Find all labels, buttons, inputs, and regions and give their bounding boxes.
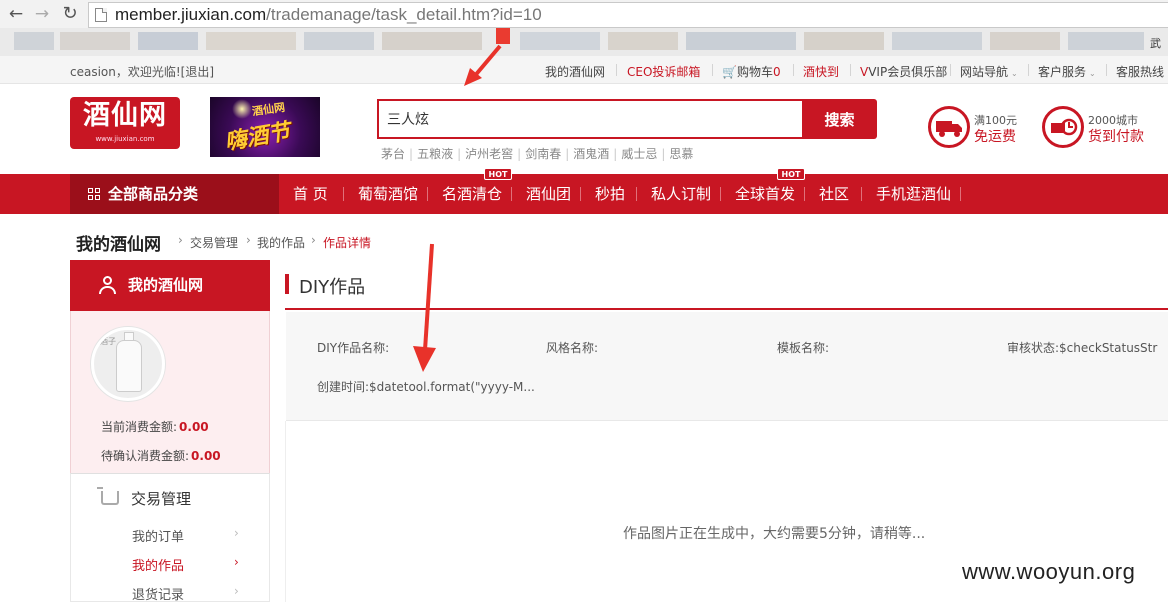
hot-word[interactable]: 威士忌: [621, 147, 657, 161]
promo-banner[interactable]: 酒仙网 嗨酒节: [210, 97, 320, 157]
nav-flash-sale[interactable]: 秒拍: [595, 174, 625, 214]
sidebar-group-title: 交易管理: [131, 490, 192, 508]
title-divider: [285, 308, 1168, 310]
sidebar-item-returns[interactable]: 退货记录: [132, 584, 184, 603]
search-input[interactable]: [379, 101, 802, 137]
search-button[interactable]: 搜索: [802, 99, 877, 139]
nav-mobile[interactable]: 手机逛酒仙: [876, 174, 951, 214]
main-nav: 全部商品分类 首 页 葡萄酒馆 名酒清仓 HOT 酒仙团 秒拍 私人订制 全球首…: [0, 168, 1168, 214]
my-account-link[interactable]: 我的酒仙网: [545, 63, 605, 80]
breadcrumb-trade[interactable]: 交易管理: [190, 234, 238, 251]
grid-icon: [88, 188, 100, 200]
annotation-marker: [496, 28, 510, 44]
hot-badge: HOT: [484, 168, 512, 180]
chevron-right-icon: ›: [246, 233, 251, 247]
forward-icon[interactable]: →: [32, 4, 52, 24]
nav-home[interactable]: 首 页: [293, 174, 328, 214]
breadcrumb-works[interactable]: 我的作品: [257, 234, 305, 251]
free-shipping-badge[interactable]: 满100元 免运费: [928, 106, 1038, 150]
hotline-link[interactable]: 客服热线: [1116, 63, 1164, 80]
created-value: $datetool.format("yyyy-M...: [369, 380, 535, 394]
breadcrumb-current: 作品详情: [323, 236, 372, 250]
nav-group-buy[interactable]: 酒仙团: [526, 174, 571, 214]
sidebar-menu: 交易管理 我的订单 › 我的作品 › 退货记录 ›: [70, 473, 270, 603]
page-title: DIY作品: [299, 277, 366, 298]
hot-word[interactable]: 剑南春: [525, 147, 561, 161]
back-icon[interactable]: ←: [6, 4, 26, 24]
created-field: 创建时间:$datetool.format("yyyy-M...: [317, 380, 535, 394]
name-label: DIY作品名称:: [317, 341, 390, 355]
cart-icon: [97, 487, 119, 505]
customer-service-dropdown[interactable]: 客户服务 ⌄: [1038, 63, 1096, 80]
chevron-right-icon: ›: [234, 584, 239, 598]
cart-icon: 🛒: [722, 65, 737, 79]
chevron-right-icon: ›: [311, 233, 316, 247]
url-text[interactable]: member.jiuxian.com/trademanage/task_deta…: [115, 5, 542, 25]
pending-amount: 待确认消费金额: 0.00: [101, 449, 221, 463]
reload-icon[interactable]: ↻: [60, 4, 80, 24]
breadcrumb-title[interactable]: 我的酒仙网: [76, 230, 161, 255]
cart-link[interactable]: 🛒购物车0: [722, 63, 781, 80]
page-icon: [95, 8, 107, 22]
title-accent: [285, 274, 289, 294]
delivery-icon: [1042, 106, 1084, 148]
nav-custom[interactable]: 私人订制: [651, 174, 711, 214]
hot-badge: HOT: [777, 168, 805, 180]
chevron-down-icon: ⌄: [1089, 69, 1096, 78]
sidebar-header[interactable]: 我的酒仙网: [70, 260, 270, 311]
avatar[interactable]: 酒子: [91, 327, 165, 401]
search-box: [377, 99, 804, 139]
watermark: www.wooyun.org: [962, 559, 1136, 584]
jiukuaidao-link[interactable]: 酒快到: [803, 63, 839, 80]
account-summary: 酒子 当前消费金额: 0.00 待确认消费金额: 0.00: [70, 311, 270, 473]
hot-search-words: 茅台 | 五粮液 | 泸州老窖 | 剑南春 | 酒鬼酒 | 威士忌 | 思慕: [381, 147, 694, 161]
work-details: DIY作品名称: 风格名称: 模板名称: 审核状态:$checkStatusSt…: [286, 312, 1168, 421]
hot-word[interactable]: 五粮液: [417, 147, 453, 161]
ceo-mail-link[interactable]: CEO投诉邮箱: [627, 63, 700, 80]
status-field: 审核状态:$checkStatusStr: [1007, 341, 1158, 355]
hot-word[interactable]: 思慕: [669, 147, 693, 161]
hot-word[interactable]: 泸州老窖: [465, 147, 513, 161]
address-bar[interactable]: member.jiuxian.com/trademanage/task_deta…: [88, 2, 1168, 28]
sidebar-item-works[interactable]: 我的作品: [132, 555, 184, 574]
site-logo[interactable]: 酒仙网 www.jiuxian.com: [70, 97, 180, 149]
vip-club-link[interactable]: VVIP会员俱乐部: [860, 63, 947, 80]
user-icon: [98, 276, 116, 294]
cash-on-delivery-badge[interactable]: 2000城市 货到付款: [1042, 106, 1168, 150]
style-label: 风格名称:: [546, 341, 599, 355]
site-nav-dropdown[interactable]: 网站导航 ⌄: [960, 63, 1018, 80]
chevron-right-icon: ›: [234, 526, 239, 540]
hot-word[interactable]: 茅台: [381, 147, 405, 161]
bookmarks-bar: [0, 28, 1168, 56]
chevron-right-icon: ›: [178, 233, 183, 247]
generating-message: 作品图片正在生成中，大约需要5分钟，请稍等...: [623, 526, 926, 542]
welcome-text[interactable]: ceasion，欢迎光临![退出]: [70, 63, 214, 80]
bookmark-item[interactable]: 武: [1150, 35, 1161, 51]
hot-word[interactable]: 酒鬼酒: [573, 147, 609, 161]
truck-icon: [928, 106, 970, 148]
browser-chrome: ← → ↻ member.jiuxian.com/trademanage/tas…: [0, 0, 1168, 56]
all-categories-menu[interactable]: 全部商品分类: [70, 174, 279, 214]
sidebar-item-orders[interactable]: 我的订单: [132, 526, 184, 545]
template-label: 模板名称:: [777, 341, 830, 355]
status-value: $checkStatusStr: [1059, 341, 1158, 355]
chevron-down-icon: ⌄: [1011, 69, 1018, 78]
nav-wine-hall[interactable]: 葡萄酒馆: [358, 174, 418, 214]
top-utility-bar: ceasion，欢迎光临![退出] 我的酒仙网 CEO投诉邮箱 🛒购物车0 酒快…: [0, 56, 1168, 84]
chevron-right-icon: ›: [234, 555, 239, 569]
current-amount: 当前消费金额: 0.00: [101, 420, 209, 434]
nav-community[interactable]: 社区: [819, 174, 849, 214]
